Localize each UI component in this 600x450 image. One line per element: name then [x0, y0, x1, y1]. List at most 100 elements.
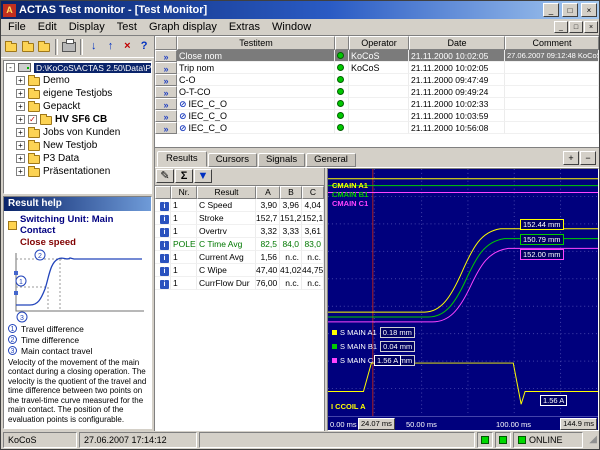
result-row[interactable]: iPOLEC Time Avg82,584,083,0 — [155, 238, 324, 251]
result-value-a: 76,00 — [256, 277, 280, 290]
info-icon[interactable]: i — [160, 202, 169, 211]
graph-plot[interactable] — [328, 169, 598, 416]
result-row[interactable]: i1C Speed3,903,964,04 — [155, 199, 324, 212]
result-help-subject: Switching Unit: Main Contact — [20, 214, 147, 236]
pack-folder-icon — [38, 43, 50, 52]
menu-test[interactable]: Test — [111, 20, 143, 34]
menu-file[interactable]: File — [2, 20, 32, 34]
filter-button[interactable]: ▼ — [194, 169, 212, 183]
tree-item[interactable]: +P3 Data — [4, 152, 151, 165]
menu-edit[interactable]: Edit — [32, 20, 63, 34]
tree-item[interactable]: +✓HV SF6 CB — [4, 113, 151, 126]
menu-graph-display[interactable]: Graph display — [143, 20, 223, 34]
tab-general[interactable]: General — [306, 153, 356, 167]
expander-icon[interactable]: + — [16, 154, 25, 163]
result-row[interactable]: i1Current Avg1,56n.c.n.c. — [155, 251, 324, 264]
close-button[interactable]: × — [581, 3, 597, 17]
tree-item[interactable]: +Präsentationen — [4, 165, 151, 178]
info-icon[interactable]: i — [160, 241, 169, 250]
expander-icon[interactable]: + — [16, 115, 25, 124]
header-operator[interactable]: Operator — [349, 36, 409, 50]
zoom-out-button[interactable]: − — [580, 151, 596, 165]
tab-signals[interactable]: Signals — [258, 153, 305, 167]
menu-display[interactable]: Display — [63, 20, 111, 34]
testitem-row[interactable]: »⊘IEC_C_O21.11.2000 10:03:59 — [155, 110, 599, 122]
trace-label-cmain-b1[interactable]: CMAIN B1 — [332, 190, 368, 199]
open-plant-button[interactable] — [20, 38, 36, 56]
info-icon[interactable]: i — [160, 280, 169, 289]
expander-icon[interactable]: + — [16, 141, 25, 150]
export-button[interactable]: ↑ — [103, 38, 119, 56]
print-button[interactable] — [61, 38, 77, 56]
tree-item[interactable]: +Gepackt — [4, 100, 151, 113]
header-testitem[interactable]: Testitem — [177, 36, 335, 50]
tab-cursors[interactable]: Cursors — [208, 153, 257, 167]
result-row[interactable]: i1CurrFlow Dur76,00n.c.n.c. — [155, 277, 324, 290]
expander-icon[interactable]: + — [16, 89, 25, 98]
trace-label-ccoil[interactable]: I CCOIL A — [331, 402, 366, 411]
maximize-button[interactable]: □ — [562, 3, 578, 17]
trace-label-cmain-c1[interactable]: CMAIN C1 — [332, 199, 368, 208]
delete-button[interactable]: × — [119, 38, 135, 56]
minimize-button[interactable]: _ — [543, 3, 559, 17]
result-row[interactable]: i1Overtrv3,323,333,61 — [155, 225, 324, 238]
header-comment[interactable]: Comment — [505, 36, 599, 50]
testitem-row[interactable]: »C-O21.11.2000 09:47:49 — [155, 74, 599, 86]
pack-button[interactable] — [37, 38, 53, 56]
import-button[interactable]: ↓ — [86, 38, 102, 56]
tree-item[interactable]: +eigene Testjobs — [4, 87, 151, 100]
expander-icon[interactable]: + — [16, 102, 25, 111]
result-row[interactable]: i1C Wipe47,4041,0244,75 — [155, 264, 324, 277]
online-led-icon — [518, 436, 526, 444]
menu-extras[interactable]: Extras — [223, 20, 266, 34]
header-c[interactable]: C — [302, 186, 324, 199]
tree-item[interactable]: +New Testjob — [4, 139, 151, 152]
header-b[interactable]: B — [280, 186, 302, 199]
trace-row-smain-b1[interactable]: S MAIN B1 0.04 mm — [332, 341, 415, 352]
testitem-row[interactable]: »Close nomKoCoS21.11.2000 10:02:0527.06.… — [155, 50, 599, 62]
header-icon-column[interactable] — [155, 36, 177, 50]
header-result[interactable]: Result — [197, 186, 256, 199]
check-icon[interactable]: ✓ — [28, 115, 37, 124]
info-icon[interactable]: i — [160, 215, 169, 224]
collapse-icon[interactable]: - — [6, 63, 15, 72]
testitem-row[interactable]: »Trip nomKoCoS21.11.2000 10:02:05 — [155, 62, 599, 74]
mdi-restore-button[interactable]: □ — [569, 21, 583, 33]
testitem-row[interactable]: »⊘IEC_C_O21.11.2000 10:02:33 — [155, 98, 599, 110]
statistics-button[interactable]: Σ — [175, 169, 193, 183]
header-status-column[interactable] — [335, 36, 349, 50]
new-plant-button[interactable] — [3, 38, 19, 56]
tree-item[interactable]: +Demo — [4, 74, 151, 87]
header-nr[interactable]: Nr. — [171, 186, 197, 199]
end-time-readout[interactable]: 144.9 ms — [560, 418, 597, 430]
mdi-close-button[interactable]: × — [584, 21, 598, 33]
tree-item[interactable]: +Jobs von Kunden — [4, 126, 151, 139]
header-date[interactable]: Date — [409, 36, 505, 50]
trace-label-cmain-a1[interactable]: CMAIN A1 — [332, 181, 368, 190]
cursor-readout[interactable]: 24.07 ms — [358, 418, 395, 430]
zoom-in-button[interactable]: + — [563, 151, 579, 165]
trace-row-smain-a1[interactable]: S MAIN A1 0.18 mm — [332, 327, 415, 338]
header-a[interactable]: A — [256, 186, 280, 199]
help-button[interactable]: ? — [136, 38, 152, 56]
expander-icon[interactable]: + — [16, 167, 25, 176]
info-icon[interactable]: i — [160, 228, 169, 237]
menu-window[interactable]: Window — [266, 20, 317, 34]
result-row[interactable]: i1Stroke152,7151,2152,1 — [155, 212, 324, 225]
testitem-row[interactable]: »O-T-CO21.11.2000 09:49:24 — [155, 86, 599, 98]
graph-panel[interactable]: CMAIN A1 CMAIN B1 CMAIN C1 152.44 mm 150… — [327, 168, 599, 431]
info-icon[interactable]: i — [160, 254, 169, 263]
row-header-cell: » — [155, 62, 177, 74]
drive-icon — [18, 63, 31, 72]
testitem-row[interactable]: »⊘IEC_C_O21.11.2000 10:56:08 — [155, 122, 599, 134]
tree-root-label: D:\KoCoS\ACTAS 2.50\Data\Plants\ — [34, 63, 152, 73]
row-header-cell: » — [155, 110, 177, 122]
resize-grip[interactable]: ◢ — [585, 432, 597, 448]
tab-results[interactable]: Results — [157, 151, 207, 167]
expander-icon[interactable]: + — [16, 76, 25, 85]
edit-button[interactable]: ✎ — [156, 169, 174, 183]
tree-root[interactable]: - D:\KoCoS\ACTAS 2.50\Data\Plants\ — [4, 61, 151, 74]
mdi-minimize-button[interactable]: _ — [554, 21, 568, 33]
info-icon[interactable]: i — [160, 267, 169, 276]
expander-icon[interactable]: + — [16, 128, 25, 137]
